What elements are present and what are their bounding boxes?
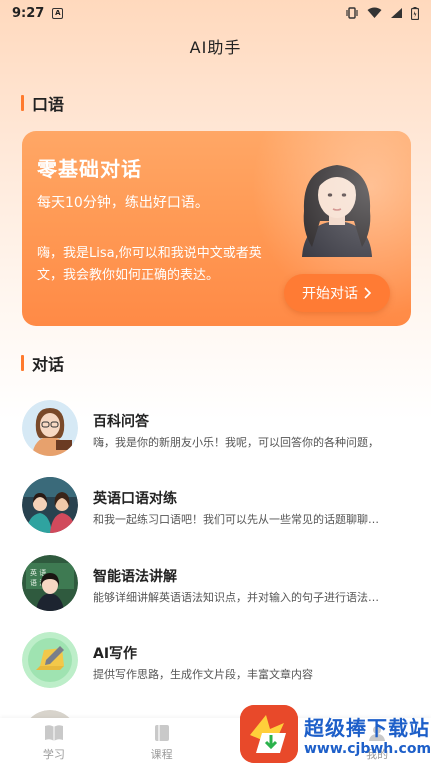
watermark-url: www.cjbwh.com xyxy=(304,740,431,757)
section-title: 对话 xyxy=(32,355,65,374)
item-description: 提供写作思路，生成作文片段，丰富文章内容 xyxy=(93,668,313,681)
watermark-logo-icon xyxy=(240,705,298,763)
status-time: 9:27 xyxy=(12,5,45,21)
vibrate-icon xyxy=(346,7,358,19)
section-speaking: 口语 xyxy=(21,91,64,115)
notification-icon: A xyxy=(52,7,64,19)
card-title: 零基础对话 xyxy=(37,157,142,181)
item-title: 百科问答 xyxy=(93,414,149,430)
watermark-title: 超级捧下载站 xyxy=(304,715,430,740)
tab-study[interactable]: 学习 xyxy=(0,718,108,766)
section-dialogue: 对话 xyxy=(21,351,64,375)
grammar-avatar: 英 语 语 法 xyxy=(22,555,78,611)
status-bar: 9:27 A xyxy=(0,0,431,26)
item-title: 智能语法讲解 xyxy=(93,569,177,585)
item-description: 能够详细讲解英语语法知识点，并对输入的句子进行语法纠... xyxy=(93,591,383,604)
ai-writing-avatar xyxy=(22,632,78,688)
item-title: 英语口语对练 xyxy=(93,491,177,507)
battery-icon xyxy=(411,6,419,20)
speaking-practice-avatar xyxy=(22,477,78,533)
lisa-avatar xyxy=(302,165,372,257)
card-description: 嗨，我是Lisa,你可以和我说中文或者英文，我会教你如何正确的表达。 xyxy=(37,246,262,283)
tab-label: 课程 xyxy=(150,748,173,761)
item-title: AI写作 xyxy=(93,646,138,662)
section-accent-bar xyxy=(21,355,24,371)
tab-label: 学习 xyxy=(42,748,65,761)
section-title: 口语 xyxy=(32,95,65,114)
signal-icon xyxy=(391,8,402,18)
encyclopedia-avatar xyxy=(22,400,78,456)
chevron-right-icon xyxy=(364,287,372,299)
item-description: 嗨，我是你的新朋友小乐！我呢，可以回答你的各种问题， xyxy=(93,436,379,449)
list-item-grammar-explanation[interactable]: 英 语 语 法 智能语法讲解 能够详细讲解英语语法知识点，并对输入的句子进行语法… xyxy=(0,551,431,615)
item-description: 和我一起练习口语吧！我们可以先从一些常见的话题聊聊比... xyxy=(93,513,383,526)
wifi-icon xyxy=(367,7,382,18)
site-watermark: 超级捧下载站 www.cjbwh.com xyxy=(240,702,431,766)
section-accent-bar xyxy=(21,95,24,111)
page-title: AI助手 xyxy=(189,38,242,57)
book-open-icon xyxy=(44,725,63,741)
list-item-ai-writing[interactable]: AI写作 提供写作思路，生成作文片段，丰富文章内容 xyxy=(0,628,431,692)
tab-courses[interactable]: 课程 xyxy=(108,718,216,766)
list-item-encyclopedia-qa[interactable]: 百科问答 嗨，我是你的新朋友小乐！我呢，可以回答你的各种问题， xyxy=(0,396,431,460)
notebook-icon xyxy=(154,725,169,741)
start-dialogue-label: 开始对话 xyxy=(302,286,358,302)
zero-basics-dialogue-card[interactable]: 零基础对话 每天10分钟，练出好口语。 嗨，我是Lisa,你可以和我说中文或者英… xyxy=(22,131,411,326)
list-item-english-speaking-practice[interactable]: 英语口语对练 和我一起练习口语吧！我们可以先从一些常见的话题聊聊比... xyxy=(0,473,431,537)
card-subtitle: 每天10分钟，练出好口语。 xyxy=(37,195,209,211)
start-dialogue-button[interactable]: 开始对话 xyxy=(284,274,390,312)
